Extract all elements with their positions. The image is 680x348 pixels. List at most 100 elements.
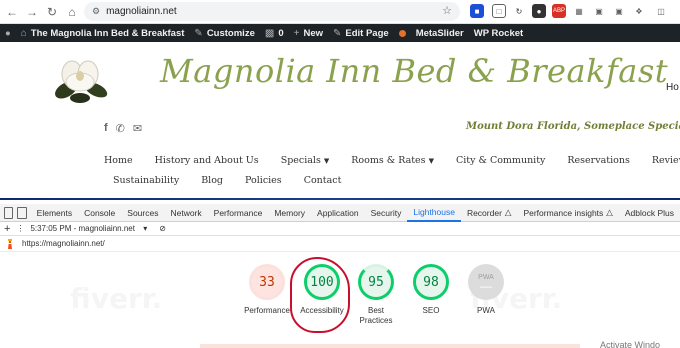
device-toggle-icon[interactable]: [17, 206, 27, 219]
lighthouse-url-row: https://magnoliainn.net/: [0, 236, 680, 252]
score-label: Best Practices: [359, 306, 393, 325]
header-cutoff-text[interactable]: Ho: [666, 82, 679, 93]
site-tagline: Mount Dora Florida, Someplace Special: [466, 121, 680, 132]
tab-lighthouse[interactable]: Lighthouse: [407, 204, 461, 222]
puzzle-icon[interactable]: ❖: [632, 4, 646, 18]
extension-icon[interactable]: ▦: [572, 4, 586, 18]
extension-icon[interactable]: ↻: [512, 4, 526, 18]
admin-new[interactable]: + New: [289, 24, 328, 42]
tab-adblock-plus[interactable]: Adblock Plus: [619, 204, 680, 222]
score-seo[interactable]: 98 SEO: [401, 264, 461, 316]
lighthouse-toolbar: + ⋮ 5:37:05 PM - magnoliainn.net ▾ ⊘: [0, 222, 680, 236]
site-header: Magnolia Inn Bed & Breakfast Ho f ✆ ✉ Mo…: [0, 42, 680, 200]
nav-row-1: Home History and About Us Specials ▼ Room…: [104, 150, 680, 170]
nav-item-contact[interactable]: Contact: [304, 175, 342, 186]
nav-item-reservations[interactable]: Reservations: [567, 155, 629, 166]
home-icon: ⌂: [20, 27, 27, 39]
nav-item-policies[interactable]: Policies: [245, 175, 282, 186]
nav-item-city[interactable]: City & Community: [456, 155, 545, 166]
annotation-red-circle: [290, 257, 350, 333]
tab-sources[interactable]: Sources: [121, 204, 164, 222]
plus-icon: +: [293, 27, 300, 39]
nav-item-rooms[interactable]: Rooms & Rates ▼: [351, 155, 434, 166]
brush-icon: ✎: [194, 27, 203, 39]
tab-memory[interactable]: Memory: [268, 204, 311, 222]
tab-network[interactable]: Network: [164, 204, 207, 222]
admin-customize[interactable]: ✎ Customize: [189, 24, 259, 42]
score-label: PWA: [477, 306, 495, 315]
caret-down-icon: ▼: [428, 156, 434, 165]
admin-seo-indicator[interactable]: [394, 24, 411, 42]
admin-site-name[interactable]: ⌂ The Magnolia Inn Bed & Breakfast: [16, 24, 190, 42]
reload-icon[interactable]: ↻: [42, 2, 62, 22]
sidebar-icon[interactable]: ◫: [654, 4, 668, 18]
flask-icon: △: [504, 207, 512, 217]
nav-item-home[interactable]: Home: [104, 155, 133, 166]
score-ring: 98: [413, 264, 449, 300]
nav-item-history[interactable]: History and About Us: [155, 155, 259, 166]
extension-icon[interactable]: □: [492, 4, 506, 18]
adblock-icon[interactable]: ABP: [552, 4, 566, 18]
tab-performance-insights[interactable]: Performance insights △: [517, 204, 618, 222]
nav-item-specials[interactable]: Specials ▼: [281, 155, 330, 166]
browser-toolbar: ← → ↻ ⌂ ⚙ magnoliainn.net ☆ ■ □ ↻ ● ABP …: [0, 0, 680, 24]
tested-url[interactable]: https://magnoliainn.net/: [22, 239, 105, 248]
social-links: f ✆ ✉: [104, 122, 142, 135]
more-icon[interactable]: ⋮: [16, 224, 24, 233]
score-best-practices[interactable]: 95 Best Practices: [346, 264, 406, 326]
extension-icon[interactable]: ●: [532, 4, 546, 18]
comment-icon: ▩: [264, 27, 275, 39]
dropdown-arrow-icon: ▾: [143, 224, 148, 233]
score-label: SEO: [422, 306, 440, 315]
wp-logo-icon[interactable]: ●: [0, 24, 16, 42]
nav-row-2: Sustainability Blog Policies Contact: [113, 170, 644, 190]
score-performance[interactable]: 33 Performance: [237, 264, 297, 316]
report-selector[interactable]: 5:37:05 PM - magnoliainn.net ▾: [30, 224, 153, 233]
extension-icon[interactable]: ■: [470, 4, 484, 18]
tab-recorder[interactable]: Recorder △: [461, 204, 518, 222]
new-report-icon[interactable]: +: [4, 223, 10, 235]
nav-item-reviews[interactable]: Reviews: [652, 155, 680, 166]
report-strip: [200, 344, 580, 348]
admin-metaslider[interactable]: MetaSlider: [411, 24, 469, 42]
site-title[interactable]: Magnolia Inn Bed & Breakfast: [160, 52, 668, 90]
nav-item-sustainability[interactable]: Sustainability: [113, 175, 179, 186]
phone-icon[interactable]: ✆: [116, 122, 125, 135]
site-info-icon[interactable]: ⚙: [92, 6, 100, 17]
pwa-badge-icon: PWA —: [468, 264, 504, 300]
tab-elements[interactable]: Elements: [31, 204, 78, 222]
clear-icon[interactable]: ⊘: [159, 224, 166, 233]
back-icon[interactable]: ←: [2, 2, 22, 22]
score-label: Performance: [244, 306, 290, 315]
flask-icon: △: [606, 207, 613, 217]
camera-icon[interactable]: ▣: [592, 4, 606, 18]
forward-icon[interactable]: →: [22, 2, 42, 22]
nav-item-blog[interactable]: Blog: [201, 175, 223, 186]
caret-down-icon: ▼: [323, 156, 330, 165]
admin-comments[interactable]: ▩ 0: [260, 24, 289, 42]
admin-edit-page[interactable]: ✎ Edit Page: [328, 24, 394, 42]
address-url: magnoliainn.net: [106, 6, 177, 17]
tab-performance[interactable]: Performance: [208, 204, 269, 222]
tab-security[interactable]: Security: [365, 204, 408, 222]
hero-banner-strip: [0, 198, 680, 200]
tab-application[interactable]: Application: [311, 204, 365, 222]
admin-wp-rocket[interactable]: WP Rocket: [469, 24, 528, 42]
seo-status-icon: [398, 29, 406, 37]
score-ring: 95: [358, 264, 394, 300]
score-ring: 33: [249, 264, 285, 300]
facebook-icon[interactable]: f: [104, 122, 108, 135]
inspect-icon[interactable]: [4, 206, 14, 219]
devtools-tabbar: Elements Console Sources Network Perform…: [0, 204, 680, 222]
address-bar[interactable]: ⚙ magnoliainn.net ☆: [84, 2, 460, 21]
watermark-text: fiverr.: [70, 282, 162, 315]
bookmark-star-icon[interactable]: ☆: [442, 4, 452, 17]
pencil-icon: ✎: [333, 27, 342, 39]
tab-console[interactable]: Console: [78, 204, 121, 222]
extension-icon[interactable]: ▣: [612, 4, 626, 18]
score-pwa[interactable]: PWA — PWA: [456, 264, 516, 316]
home-icon[interactable]: ⌂: [62, 2, 82, 22]
email-icon[interactable]: ✉: [133, 122, 142, 135]
magnolia-logo-icon[interactable]: [52, 50, 108, 106]
main-nav: Home History and About Us Specials ▼ Room…: [104, 150, 680, 190]
